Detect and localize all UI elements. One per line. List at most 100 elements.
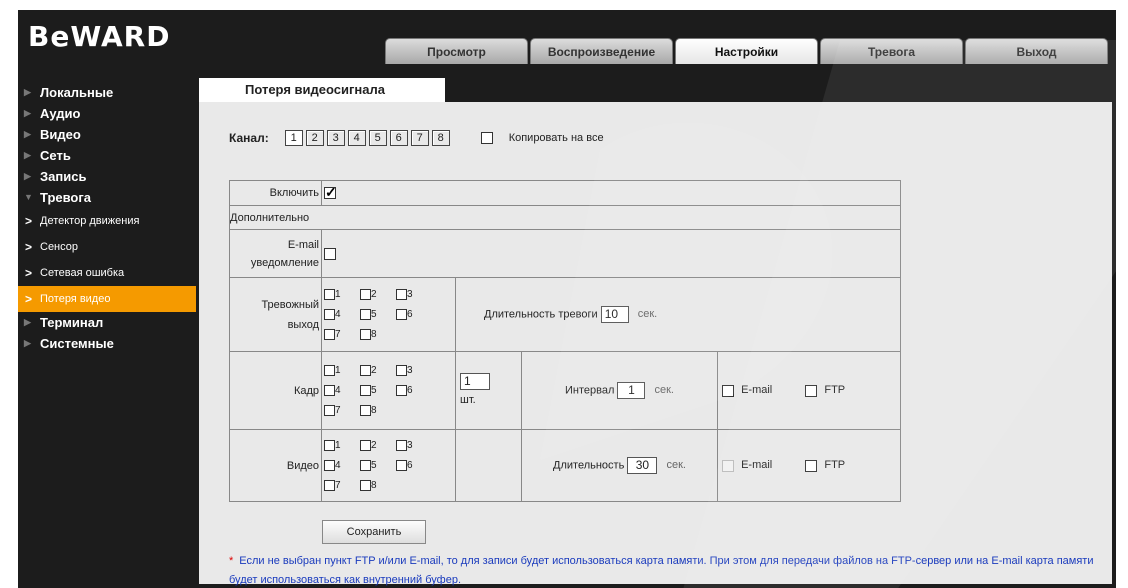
sidebar-item-label: Запись <box>40 169 87 184</box>
channel-button-1[interactable]: 1 <box>284 130 303 146</box>
triangle-right-icon: ▶ <box>24 317 31 327</box>
cb-number: 8 <box>371 405 377 416</box>
sidebar-subitem-label: Сетевая ошибка <box>40 267 125 279</box>
video-checkbox-5[interactable] <box>360 460 371 471</box>
video-checkbox-4[interactable] <box>324 460 335 471</box>
tab-alarm[interactable]: Тревога <box>820 38 963 64</box>
cb-number: 4 <box>335 385 341 396</box>
cb-number: 4 <box>335 309 341 320</box>
cb-number: 2 <box>371 289 377 300</box>
video-checkbox-2[interactable] <box>360 440 371 451</box>
note-asterisk: * <box>229 555 234 567</box>
frame-checkbox-5[interactable] <box>360 385 371 396</box>
frame-count-unit: шт. <box>460 393 476 406</box>
channel-selector: Канал: 1 2 3 4 5 6 7 8 Копировать на все <box>229 130 604 146</box>
sidebar-subitem-network-error[interactable]: > Сетевая ошибка <box>18 260 196 286</box>
alarm-duration-input[interactable]: 10 <box>600 306 629 323</box>
video-ftp-checkbox[interactable] <box>805 459 818 472</box>
frame-checkbox-7[interactable] <box>324 405 335 416</box>
tab-logout[interactable]: Выход <box>965 38 1108 64</box>
sidebar-item-record[interactable]: ▶ Запись <box>18 166 196 187</box>
tab-playback[interactable]: Воспроизведение <box>530 38 673 64</box>
alarm-out-checkbox-8[interactable] <box>360 329 371 340</box>
video-checkbox-8[interactable] <box>360 480 371 491</box>
sidebar-item-label: Тревога <box>40 190 92 205</box>
alarm-out-checkbox-7[interactable] <box>324 329 335 340</box>
interval-input[interactable]: 1 <box>617 382 646 399</box>
triangle-right-icon: ▶ <box>24 108 31 118</box>
sidebar-subitem-label: Потеря видео <box>40 293 111 305</box>
channel-button-7[interactable]: 7 <box>410 130 429 146</box>
frame-checkbox-1[interactable] <box>324 365 335 376</box>
frame-ftp-checkbox[interactable] <box>805 384 818 397</box>
enable-checkbox[interactable] <box>324 184 337 201</box>
cb-number: 1 <box>335 289 341 300</box>
note-text: Если не выбран пункт FTP и/или E-mail, т… <box>229 555 1094 586</box>
save-button[interactable]: Сохранить <box>322 520 426 544</box>
alarm-out-checkbox-5[interactable] <box>360 309 371 320</box>
triangle-right-icon: ▶ <box>24 150 31 160</box>
email-notify-checkbox[interactable] <box>324 247 336 260</box>
sidebar-item-system[interactable]: ▶ Системные <box>18 333 196 354</box>
sidebar-item-video[interactable]: ▶ Видео <box>18 124 196 145</box>
frame-checkbox-4[interactable] <box>324 385 335 396</box>
channel-button-5[interactable]: 5 <box>368 130 387 146</box>
tab-view[interactable]: Просмотр <box>385 38 528 64</box>
channel-button-3[interactable]: 3 <box>326 130 345 146</box>
copy-all-checkbox[interactable] <box>480 132 493 144</box>
sidebar-subitem-sensor[interactable]: > Сенсор <box>18 234 196 260</box>
channel-button-4[interactable]: 4 <box>347 130 366 146</box>
video-label: Видео <box>229 429 322 502</box>
chevron-right-icon: > <box>25 266 33 280</box>
cb-number: 5 <box>371 385 377 396</box>
email-notify-label-1: E-mail <box>287 238 319 251</box>
alarm-duration-label: Длительность тревоги <box>484 308 598 321</box>
frame-checkbox-2[interactable] <box>360 365 371 376</box>
chevron-right-icon: > <box>25 240 33 254</box>
chevron-right-icon: > <box>25 214 33 228</box>
frame-count-input[interactable]: 1 <box>460 373 490 391</box>
alarm-out-checkbox-1[interactable] <box>324 289 335 300</box>
alarm-out-checkbox-4[interactable] <box>324 309 335 320</box>
channel-button-6[interactable]: 6 <box>389 130 408 146</box>
sidebar-item-label: Локальные <box>40 85 114 100</box>
page-title: Потеря видеосигнала <box>199 78 445 102</box>
frame-checkbox-3[interactable] <box>396 365 407 376</box>
sidebar-item-local[interactable]: ▶ Локальные <box>18 82 196 103</box>
cb-number: 2 <box>371 365 377 376</box>
cb-number: 2 <box>371 440 377 451</box>
alarm-output-label-2: выход <box>287 318 319 331</box>
sidebar-item-terminal[interactable]: ▶ Терминал <box>18 312 196 333</box>
frame-email-checkbox[interactable] <box>722 384 734 397</box>
sidebar-item-network[interactable]: ▶ Сеть <box>18 145 196 166</box>
extra-section-label: Дополнительно <box>229 205 901 230</box>
video-email-checkbox[interactable] <box>722 459 734 472</box>
tab-settings[interactable]: Настройки <box>675 38 818 64</box>
frame-label: Кадр <box>229 351 322 430</box>
video-checkbox-7[interactable] <box>324 480 335 491</box>
sidebar-subitem-video-loss[interactable]: > Потеря видео <box>18 286 196 312</box>
triangle-right-icon: ▶ <box>24 338 31 348</box>
sidebar-subitem-motion[interactable]: > Детектор движения <box>18 208 196 234</box>
cb-number: 6 <box>407 385 413 396</box>
channel-button-8[interactable]: 8 <box>431 130 450 146</box>
video-checkbox-3[interactable] <box>396 440 407 451</box>
interval-unit: сек. <box>654 384 675 397</box>
video-checkbox-6[interactable] <box>396 460 407 471</box>
alarm-out-checkbox-2[interactable] <box>360 289 371 300</box>
cb-number: 3 <box>407 289 413 300</box>
triangle-right-icon: ▶ <box>24 171 31 181</box>
sidebar-item-label: Системные <box>40 336 114 351</box>
cb-number: 3 <box>407 365 413 376</box>
cb-number: 1 <box>335 365 341 376</box>
channel-button-2[interactable]: 2 <box>305 130 324 146</box>
frame-checkbox-6[interactable] <box>396 385 407 396</box>
alarm-out-checkbox-6[interactable] <box>396 309 407 320</box>
cb-number: 3 <box>407 440 413 451</box>
frame-checkbox-8[interactable] <box>360 405 371 416</box>
video-checkbox-1[interactable] <box>324 440 335 451</box>
sidebar-item-audio[interactable]: ▶ Аудио <box>18 103 196 124</box>
video-duration-input[interactable]: 30 <box>627 457 658 474</box>
alarm-out-checkbox-3[interactable] <box>396 289 407 300</box>
sidebar-item-alarm[interactable]: ▼ Тревога <box>18 187 196 208</box>
